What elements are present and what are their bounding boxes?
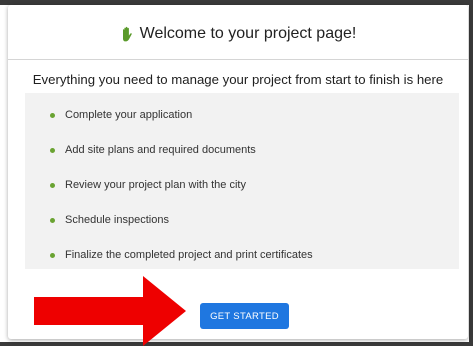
waving-hand-icon: [122, 26, 132, 42]
bullet-dot-icon: [50, 182, 55, 188]
header-divider: [8, 59, 468, 60]
list-item: Complete your application: [50, 106, 192, 124]
task-label: Schedule inspections: [65, 214, 169, 226]
task-label: Review your project plan with the city: [65, 179, 246, 191]
red-arrow-icon: [34, 276, 186, 346]
modal-header: Welcome to your project page!: [8, 21, 468, 47]
task-label: Add site plans and required documents: [65, 144, 256, 156]
get-started-button[interactable]: GET STARTED: [200, 303, 289, 329]
task-label: Finalize the completed project and print…: [65, 249, 313, 261]
bullet-dot-icon: [50, 112, 55, 118]
bullet-dot-icon: [50, 217, 55, 223]
task-list-panel: Complete your application Add site plans…: [25, 93, 459, 269]
task-label: Complete your application: [65, 109, 193, 121]
modal-subtitle: Everything you need to manage your proje…: [32, 72, 444, 87]
bullet-dot-icon: [50, 252, 55, 258]
modal-title: Welcome to your project page!: [139, 25, 357, 42]
list-item: Schedule inspections: [50, 211, 169, 229]
list-item: Finalize the completed project and print…: [50, 246, 313, 264]
list-item: Add site plans and required documents: [50, 141, 256, 159]
background-right-edge: [469, 0, 473, 346]
list-item: Review your project plan with the city: [50, 176, 246, 194]
bullet-dot-icon: [50, 147, 55, 153]
